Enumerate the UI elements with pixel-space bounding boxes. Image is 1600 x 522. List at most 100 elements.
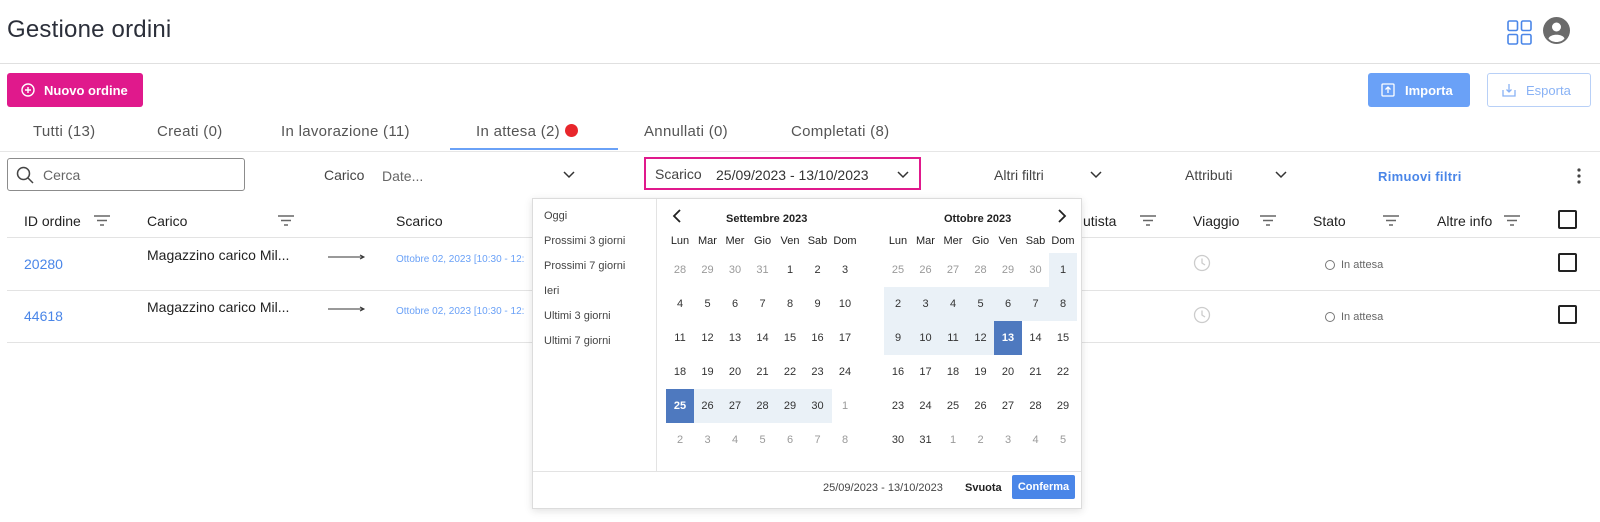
preset-today[interactable]: Oggi (544, 210, 567, 222)
tab-in-lavorazione[interactable]: In lavorazione (11) (281, 123, 410, 140)
calendar-day[interactable]: 1 (1049, 253, 1077, 287)
calendar-day[interactable]: 2 (804, 253, 832, 287)
tab-annullati[interactable]: Annullati (0) (644, 123, 728, 140)
calendar-day[interactable]: 22 (776, 355, 804, 389)
kebab-menu-icon[interactable] (1577, 168, 1581, 184)
calendar-day[interactable]: 3 (994, 423, 1022, 457)
chevron-right-icon[interactable] (1057, 209, 1067, 223)
calendar-day[interactable]: 29 (776, 389, 804, 423)
preset-yesterday[interactable]: Ieri (544, 285, 559, 297)
preset-next-7-days[interactable]: Prossimi 7 giorni (544, 260, 625, 272)
calendar-day[interactable]: 4 (1022, 423, 1050, 457)
calendar-day[interactable]: 17 (831, 321, 859, 355)
order-id-link[interactable]: 44618 (24, 308, 63, 324)
calendar-day[interactable]: 22 (1049, 355, 1077, 389)
chevron-down-icon[interactable] (1090, 171, 1102, 179)
filter-icon[interactable] (94, 215, 110, 226)
filter-icon[interactable] (1504, 215, 1520, 226)
row-checkbox[interactable] (1558, 253, 1577, 272)
calendar-day[interactable]: 14 (1022, 321, 1050, 355)
calendar-day[interactable]: 28 (666, 253, 694, 287)
chevron-down-icon[interactable] (1275, 171, 1287, 179)
tab-tutti[interactable]: Tutti (13) (33, 123, 95, 140)
calendar-day[interactable]: 9 (884, 321, 912, 355)
calendar-day[interactable]: 10 (911, 321, 940, 355)
calendar-day[interactable]: 6 (776, 423, 804, 457)
filter-icon[interactable] (278, 215, 294, 226)
calendar-day[interactable]: 25 (884, 253, 912, 287)
remove-filters-link[interactable]: Rimuovi filtri (1378, 169, 1462, 184)
calendar-day[interactable]: 1 (831, 389, 859, 423)
row-checkbox[interactable] (1558, 305, 1577, 324)
calendar-day[interactable]: 28 (1022, 389, 1050, 423)
calendar-day[interactable]: 6 (994, 287, 1022, 321)
calendar-day[interactable]: 5 (966, 287, 995, 321)
calendar-day[interactable]: 8 (776, 287, 804, 321)
clear-button[interactable]: Svuota (965, 482, 1002, 494)
calendar-day[interactable]: 6 (721, 287, 749, 321)
carico-date-select[interactable]: Date... (382, 168, 423, 184)
calendar-day[interactable]: 20 (721, 355, 749, 389)
calendar-day[interactable]: 17 (912, 355, 940, 389)
filter-icon[interactable] (1140, 215, 1156, 226)
other-filters-select[interactable]: Altri filtri (994, 167, 1044, 183)
calendar-day[interactable]: 7 (1021, 287, 1050, 321)
calendar-day[interactable]: 2 (967, 423, 995, 457)
tab-in-attesa[interactable]: In attesa (2) (476, 123, 578, 140)
calendar-day[interactable]: 4 (721, 423, 749, 457)
filter-icon[interactable] (1383, 215, 1399, 226)
tab-creati[interactable]: Creati (0) (157, 123, 223, 140)
calendar-day[interactable]: 3 (831, 253, 859, 287)
calendar-day[interactable]: 4 (939, 287, 967, 321)
user-avatar-icon[interactable] (1543, 17, 1570, 44)
order-id-link[interactable]: 20280 (24, 256, 63, 272)
calendar-day[interactable]: 26 (967, 389, 995, 423)
preset-last-7-days[interactable]: Ultimi 7 giorni (544, 335, 611, 347)
calendar-day[interactable]: 29 (694, 253, 722, 287)
calendar-day[interactable]: 2 (666, 423, 694, 457)
calendar-day[interactable]: 4 (666, 287, 694, 321)
grid-apps-icon[interactable] (1507, 20, 1532, 45)
preset-next-3-days[interactable]: Prossimi 3 giorni (544, 235, 625, 247)
calendar-day[interactable]: 12 (966, 321, 995, 355)
export-button[interactable]: Esporta (1487, 73, 1591, 107)
calendar-day[interactable]: 25 (666, 389, 694, 423)
calendar-day[interactable]: 18 (666, 355, 694, 389)
preset-last-3-days[interactable]: Ultimi 3 giorni (544, 310, 611, 322)
calendar-day[interactable]: 2 (884, 287, 912, 321)
calendar-day[interactable]: 31 (912, 423, 940, 457)
calendar-day[interactable]: 30 (884, 423, 912, 457)
calendar-day[interactable]: 5 (694, 287, 722, 321)
calendar-day[interactable]: 19 (967, 355, 995, 389)
calendar-day[interactable]: 30 (721, 253, 749, 287)
calendar-day[interactable]: 8 (1049, 287, 1077, 321)
calendar-day[interactable]: 27 (994, 389, 1022, 423)
calendar-day[interactable]: 27 (939, 253, 967, 287)
calendar-day[interactable]: 23 (884, 389, 912, 423)
calendar-day[interactable]: 1 (776, 253, 804, 287)
calendar-day[interactable]: 5 (749, 423, 777, 457)
calendar-day[interactable]: 5 (1049, 423, 1077, 457)
calendar-day[interactable]: 30 (803, 389, 832, 423)
calendar-day[interactable]: 11 (666, 321, 694, 355)
scarico-date-range-select[interactable]: Scarico 25/09/2023 - 13/10/2023 (644, 157, 921, 190)
calendar-day[interactable]: 10 (831, 287, 859, 321)
search-field[interactable] (7, 158, 245, 191)
select-all-checkbox[interactable] (1558, 210, 1577, 229)
calendar-day[interactable]: 23 (804, 355, 832, 389)
calendar-day[interactable]: 27 (721, 389, 749, 423)
calendar-day[interactable]: 8 (831, 423, 859, 457)
calendar-day[interactable]: 24 (831, 355, 859, 389)
calendar-day[interactable]: 21 (1022, 355, 1050, 389)
calendar-day[interactable]: 19 (694, 355, 722, 389)
calendar-day[interactable]: 11 (939, 321, 967, 355)
confirm-button[interactable]: Conferma (1012, 475, 1075, 499)
attributes-select[interactable]: Attributi (1185, 167, 1232, 183)
calendar-day[interactable]: 7 (749, 287, 777, 321)
scarico-date-link[interactable]: Ottobre 02, 2023 [10:30 - 12: (396, 254, 524, 265)
calendar-day[interactable]: 26 (693, 389, 722, 423)
search-input[interactable] (43, 166, 223, 183)
calendar-day[interactable]: 31 (749, 253, 777, 287)
calendar-day[interactable]: 13 (994, 321, 1022, 355)
calendar-day[interactable]: 14 (749, 321, 777, 355)
